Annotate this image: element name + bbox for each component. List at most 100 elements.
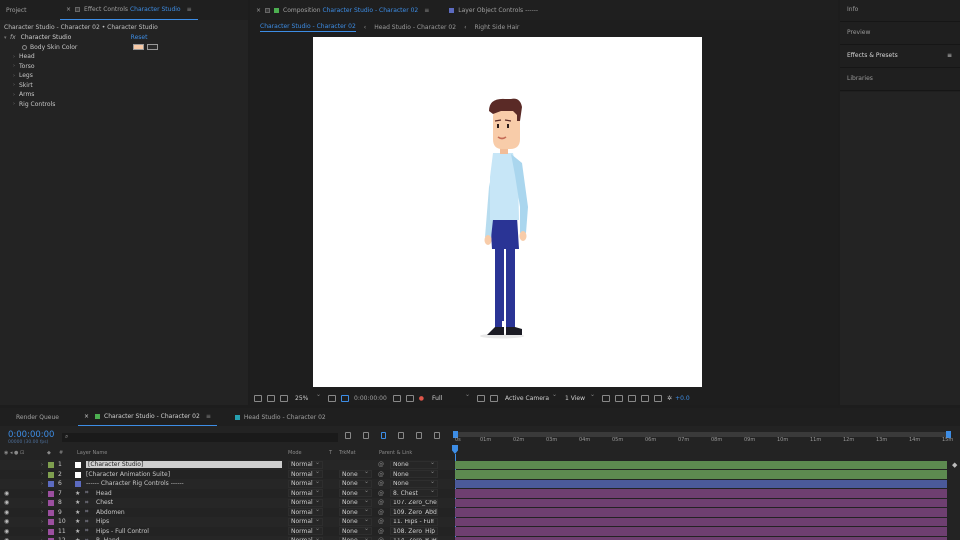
comp-canvas[interactable] xyxy=(313,37,702,387)
graph-editor-icon[interactable] xyxy=(434,432,440,439)
effect-group-legs[interactable]: › Legs xyxy=(0,71,248,81)
layer-name[interactable]: [Character Studio] xyxy=(86,461,282,469)
layer-duration-bar[interactable] xyxy=(455,527,947,536)
comp-mini-flowchart-icon[interactable] xyxy=(345,432,351,439)
shy-layers-icon[interactable] xyxy=(380,432,387,439)
pickwhip-icon[interactable]: @ xyxy=(378,471,384,478)
layer-row[interactable]: ◉ › 9 ★ ⌗ Abdomen Normal None @109. Zero_Abd xyxy=(0,506,454,518)
expand-icon[interactable]: › xyxy=(41,471,43,477)
effect-row[interactable]: ▾ fx Character Studio Reset xyxy=(0,33,248,43)
effect-group-rig-controls[interactable]: › Rig Controls xyxy=(0,100,248,110)
effect-group-arms[interactable]: › Arms xyxy=(0,90,248,100)
panel-menu-icon[interactable]: ≡ xyxy=(424,7,429,14)
panel-menu-icon[interactable]: ≡ xyxy=(187,6,192,13)
pickwhip-icon[interactable]: @ xyxy=(378,499,384,506)
eye-icon[interactable]: ◉ xyxy=(4,490,9,497)
exposure-icon[interactable]: ✲ xyxy=(667,395,672,402)
layer-duration-bar[interactable] xyxy=(455,489,947,498)
draft-3d-icon[interactable] xyxy=(362,432,369,439)
effects-presets-panel-tab[interactable]: Effects & Presets ≡ xyxy=(840,46,960,68)
toggle-mask-icon[interactable] xyxy=(267,394,275,402)
parent-dropdown[interactable]: 11. Hips - Full xyxy=(390,517,438,526)
stopwatch-icon[interactable] xyxy=(22,44,27,50)
info-panel-tab[interactable]: Info xyxy=(840,0,960,22)
expand-icon[interactable]: › xyxy=(41,500,43,506)
layer-label-swatch[interactable] xyxy=(48,519,54,525)
right-end-marker-icon[interactable]: ◆ xyxy=(952,461,958,469)
layer-name[interactable]: Head xyxy=(96,490,112,497)
layer-duration-bar[interactable] xyxy=(455,498,947,507)
layer-duration-bar[interactable] xyxy=(455,479,947,488)
pickwhip-icon[interactable]: @ xyxy=(378,490,384,497)
reset-button[interactable]: Reset xyxy=(131,34,148,41)
layer-row[interactable]: ◉ › 8 ★ ⌗ Chest Normal None @107. Zero_Che xyxy=(0,497,454,508)
viewer-timecode[interactable]: 0:00:00:00 xyxy=(354,395,387,402)
show-snapshot-icon[interactable] xyxy=(405,394,414,402)
views-dropdown[interactable]: 1 View xyxy=(563,391,598,402)
layer-row[interactable]: ◉›12★⌗R. HandNormalNone@114. Zero_R_Ha xyxy=(0,535,454,540)
eye-icon[interactable]: ◉ xyxy=(4,528,9,535)
layer-name-header[interactable]: Layer Name xyxy=(77,450,107,456)
pickwhip-icon[interactable]: @ xyxy=(378,461,384,468)
panel-menu-icon[interactable]: ≡ xyxy=(206,413,211,420)
layer-label-swatch[interactable] xyxy=(48,528,54,535)
layer-label-swatch[interactable] xyxy=(48,500,54,506)
expand-icon[interactable]: › xyxy=(41,528,43,534)
layer-name[interactable]: Hips xyxy=(96,518,109,525)
close-icon[interactable]: × xyxy=(66,6,71,13)
layer-name[interactable]: ------ Character Rig Controls ------ xyxy=(86,480,184,487)
snapshot-icon[interactable] xyxy=(280,394,288,402)
expand-icon[interactable]: › xyxy=(41,519,43,525)
tab-project[interactable]: Project xyxy=(0,0,33,20)
skin-color-swatch[interactable] xyxy=(133,44,144,51)
expand-icon[interactable]: › xyxy=(41,509,43,515)
mode-dropdown[interactable]: Normal xyxy=(288,535,323,540)
render-icon[interactable] xyxy=(654,394,663,402)
layer-duration-bar[interactable] xyxy=(455,536,947,540)
parent-dropdown[interactable]: 107. Zero_Che xyxy=(390,498,438,507)
layer-name[interactable]: Chest xyxy=(96,499,113,506)
pickwhip-icon[interactable]: @ xyxy=(378,518,384,525)
effect-group-skirt[interactable]: › Skirt xyxy=(0,81,248,91)
grid-icon[interactable] xyxy=(328,394,336,402)
layer-duration-bar[interactable] xyxy=(455,470,947,479)
parent-dropdown[interactable]: None xyxy=(390,479,438,488)
camera-snapshot-icon[interactable] xyxy=(392,394,401,402)
timeline-timecode[interactable]: 0:00:00:00 xyxy=(8,430,54,440)
layer-row[interactable]: ◉ › 11 ★ ⌗ Hips - Full Control Normal None @108.… xyxy=(0,525,454,537)
resolution-dropdown[interactable]: Full xyxy=(430,391,473,402)
zoom-dropdown[interactable]: 25% xyxy=(293,391,323,402)
expand-icon[interactable]: › xyxy=(41,490,43,496)
parent-dropdown[interactable]: None xyxy=(390,470,438,478)
eye-icon[interactable]: ◉ xyxy=(4,518,9,525)
transparency-grid-icon[interactable] xyxy=(490,394,499,402)
3d-renderer-icon[interactable] xyxy=(628,394,637,402)
layer-duration-bar[interactable] xyxy=(455,508,947,517)
layer-row[interactable]: › 2 [Character Animation Suite] Normal None @… xyxy=(0,468,454,480)
layer-duration-bar[interactable] xyxy=(455,517,947,526)
character-figure[interactable] xyxy=(313,37,702,387)
eye-icon[interactable]: ◉ xyxy=(4,509,9,516)
layer-duration-bar[interactable] xyxy=(455,460,947,469)
parent-dropdown[interactable]: 114. Zero_R_Ha xyxy=(390,536,438,540)
layer-label-swatch[interactable] xyxy=(48,462,54,468)
region-of-interest-icon[interactable] xyxy=(341,394,349,402)
tab-effect-controls[interactable]: × Effect Controls Character Studio ≡ xyxy=(60,0,198,20)
timeline-search-input[interactable]: ⌕ xyxy=(62,433,338,442)
tab-render-queue[interactable]: Render Queue xyxy=(0,408,78,426)
effect-group-torso[interactable]: › Torso xyxy=(0,62,248,72)
trkmat-dropdown[interactable]: None xyxy=(339,535,372,540)
motion-blur-icon[interactable] xyxy=(416,432,423,439)
tab-composition[interactable]: × Composition Character Studio - Charact… xyxy=(250,0,435,20)
libraries-panel-tab[interactable]: Libraries xyxy=(840,69,960,91)
layer-name[interactable]: Hips - Full Control xyxy=(96,528,149,535)
breadcrumb-active[interactable]: Character Studio - Character 02 xyxy=(260,23,356,32)
layer-row[interactable]: › 1 [Character Studio] Normal @ None xyxy=(0,459,454,470)
preview-panel-tab[interactable]: Preview xyxy=(840,23,960,45)
close-icon[interactable]: × xyxy=(256,7,261,14)
eyedropper-icon[interactable] xyxy=(147,44,158,51)
parent-dropdown[interactable]: 109. Zero_Abd xyxy=(390,508,438,516)
tab-layer[interactable]: Layer Object Controls ------ xyxy=(443,0,544,20)
parent-dropdown[interactable]: 108. Zero_Hip xyxy=(390,527,438,535)
layer-row[interactable]: ◉ › 10 ★ ⌗ Hips Normal None @11. Hips - Full xyxy=(0,516,454,527)
